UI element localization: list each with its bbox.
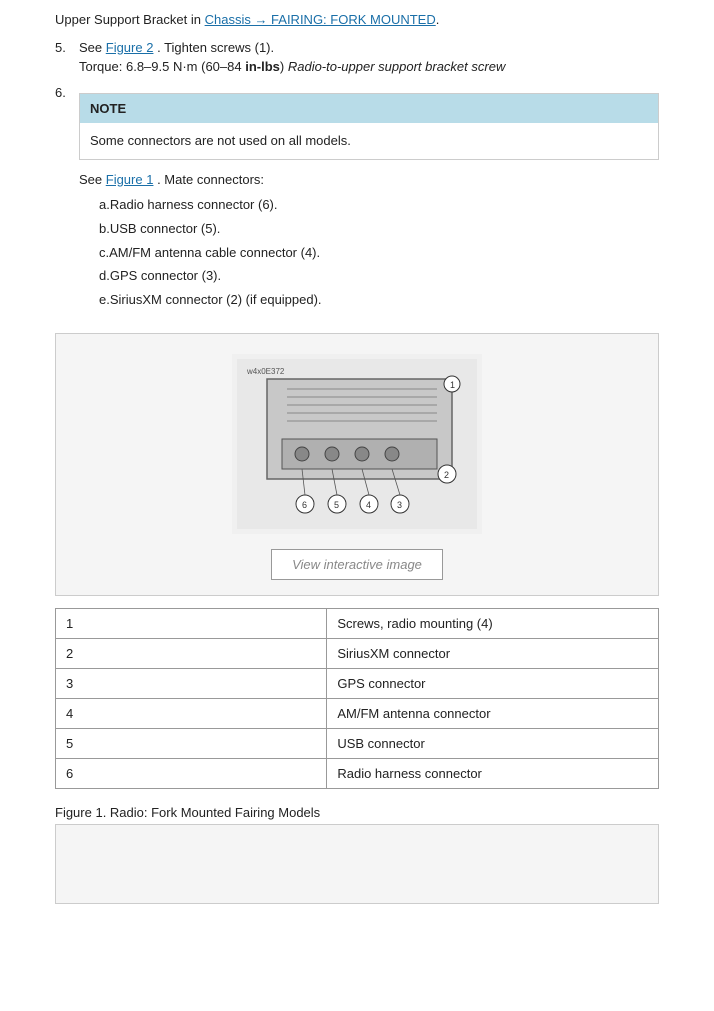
see-figure-line: See Figure 1 . Mate connectors: xyxy=(79,170,659,190)
step-list: 5. See Figure 2 . Tighten screws (1). To… xyxy=(55,38,659,321)
step-5-see: See xyxy=(79,40,106,55)
alpha-label-e: e. xyxy=(79,290,110,311)
note-header: NOTE xyxy=(80,94,658,124)
svg-text:6: 6 xyxy=(302,500,307,510)
figure-bottom-area xyxy=(55,824,659,904)
table-row-6: 6 Radio harness connector xyxy=(56,758,659,788)
table-cell-num-4: 4 xyxy=(56,698,327,728)
step-6-number: 6. xyxy=(55,83,79,321)
figure2-link[interactable]: Figure 2 xyxy=(106,40,154,55)
table-cell-desc-4: AM/FM antenna connector xyxy=(327,698,659,728)
alpha-list: a. Radio harness connector (6). b. USB c… xyxy=(79,195,659,311)
svg-text:w4x0E372: w4x0E372 xyxy=(246,367,285,376)
alpha-label-c: c. xyxy=(79,243,109,264)
page-container: Upper Support Bracket in Chassis → FAIRI… xyxy=(0,0,714,934)
note-box: NOTE Some connectors are not used on all… xyxy=(79,93,659,160)
step-5: 5. See Figure 2 . Tighten screws (1). To… xyxy=(55,38,659,77)
step-6: 6. NOTE Some connectors are not used on … xyxy=(55,83,659,321)
note-body: Some connectors are not used on all mode… xyxy=(80,123,658,159)
table-row-4: 4 AM/FM antenna connector xyxy=(56,698,659,728)
table-row-3: 3 GPS connector xyxy=(56,668,659,698)
step-5-number: 5. xyxy=(55,38,79,77)
svg-text:5: 5 xyxy=(334,500,339,510)
torque-italic: Radio-to-upper support bracket screw xyxy=(288,59,506,74)
svg-text:2: 2 xyxy=(444,470,449,480)
table-row-2: 2 SiriusXM connector xyxy=(56,638,659,668)
alpha-item-c: c. AM/FM antenna cable connector (4). xyxy=(79,243,659,264)
step-6-content: NOTE Some connectors are not used on all… xyxy=(79,83,659,321)
torque-bold: in-lbs xyxy=(245,59,280,74)
parts-table-body: 1 Screws, radio mounting (4) 2 SiriusXM … xyxy=(56,608,659,788)
alpha-text-b: USB connector (5). xyxy=(110,219,221,240)
alpha-item-d: d. GPS connector (3). xyxy=(79,266,659,287)
intro-label: Upper Support Bracket in xyxy=(55,12,201,27)
step-5-content: See Figure 2 . Tighten screws (1). Torqu… xyxy=(79,38,659,77)
figure-image-area: w4x0E372 1 6 xyxy=(232,354,482,534)
figure-container: w4x0E372 1 6 xyxy=(55,333,659,596)
intro-text: Upper Support Bracket in Chassis → FAIRI… xyxy=(55,10,659,30)
svg-text:4: 4 xyxy=(366,500,371,510)
alpha-label-a: a. xyxy=(79,195,110,216)
table-cell-num-5: 5 xyxy=(56,728,327,758)
alpha-text-c: AM/FM antenna cable connector (4). xyxy=(109,243,320,264)
alpha-item-a: a. Radio harness connector (6). xyxy=(79,195,659,216)
see-figure-after: . Mate connectors: xyxy=(157,172,264,187)
step-5-torque: Torque: 6.8–9.5 N·m (60–84 in-lbs) Radio… xyxy=(79,59,505,74)
see-label: See xyxy=(79,172,106,187)
chassis-fairing-link[interactable]: Chassis → FAIRING: FORK MOUNTED xyxy=(205,12,436,27)
table-cell-num-3: 3 xyxy=(56,668,327,698)
table-row-1: 1 Screws, radio mounting (4) xyxy=(56,608,659,638)
alpha-label-d: d. xyxy=(79,266,110,287)
table-cell-desc-6: Radio harness connector xyxy=(327,758,659,788)
alpha-label-b: b. xyxy=(79,219,110,240)
alpha-text-e: SiriusXM connector (2) (if equipped). xyxy=(110,290,322,311)
table-cell-num-1: 1 xyxy=(56,608,327,638)
figure-caption: Figure 1. Radio: Fork Mounted Fairing Mo… xyxy=(55,801,659,824)
table-cell-desc-2: SiriusXM connector xyxy=(327,638,659,668)
view-interactive-button[interactable]: View interactive image xyxy=(271,549,443,580)
figure-svg: w4x0E372 1 6 xyxy=(237,359,477,529)
table-cell-num-2: 2 xyxy=(56,638,327,668)
figure1-link[interactable]: Figure 1 xyxy=(106,172,154,187)
alpha-text-d: GPS connector (3). xyxy=(110,266,221,287)
table-cell-num-6: 6 xyxy=(56,758,327,788)
table-cell-desc-3: GPS connector xyxy=(327,668,659,698)
table-cell-desc-1: Screws, radio mounting (4) xyxy=(327,608,659,638)
svg-text:3: 3 xyxy=(397,500,402,510)
table-cell-desc-5: USB connector xyxy=(327,728,659,758)
alpha-item-e: e. SiriusXM connector (2) (if equipped). xyxy=(79,290,659,311)
alpha-item-b: b. USB connector (5). xyxy=(79,219,659,240)
table-row-5: 5 USB connector xyxy=(56,728,659,758)
step-5-after: . Tighten screws (1). xyxy=(157,40,274,55)
parts-table: 1 Screws, radio mounting (4) 2 SiriusXM … xyxy=(55,608,659,789)
svg-text:1: 1 xyxy=(450,380,455,390)
alpha-text-a: Radio harness connector (6). xyxy=(110,195,278,216)
